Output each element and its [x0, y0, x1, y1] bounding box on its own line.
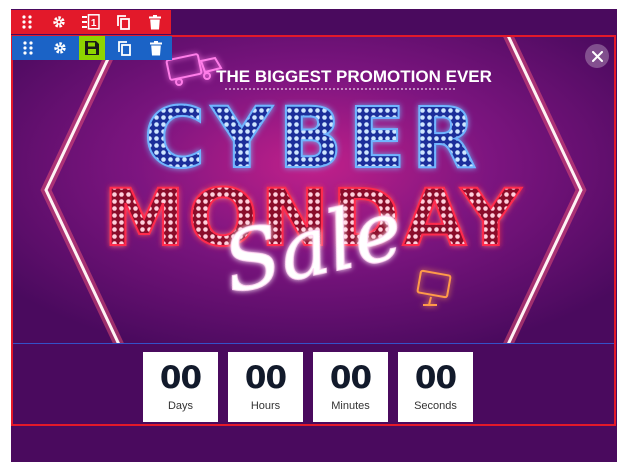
element-toolbar — [12, 36, 172, 60]
save-icon[interactable] — [79, 36, 105, 60]
svg-text:1: 1 — [91, 18, 97, 29]
copy-icon[interactable] — [107, 10, 139, 34]
gear-icon[interactable] — [43, 10, 75, 34]
countdown-label: Days — [167, 400, 194, 412]
page-one-icon[interactable]: 1 — [75, 10, 107, 34]
countdown-days: 00 Days — [143, 352, 218, 422]
countdown-minutes: 00 Minutes — [313, 352, 388, 422]
trash-icon[interactable] — [140, 36, 172, 60]
countdown-value: 00 — [159, 360, 202, 396]
countdown-label: Seconds — [414, 400, 457, 412]
drag-handle-icon[interactable] — [11, 10, 43, 34]
countdown-label: Hours — [250, 400, 281, 412]
drag-handle-icon[interactable] — [12, 36, 44, 60]
close-icon[interactable] — [585, 44, 609, 68]
section-toolbar: 1 — [11, 10, 171, 34]
countdown-seconds: 00 Seconds — [398, 352, 473, 422]
countdown-value: 00 — [244, 360, 287, 396]
copy-icon[interactable] — [108, 36, 140, 60]
countdown-timer: 00 Days 00 Hours 00 Minutes 00 Seconds — [143, 352, 473, 422]
countdown-value: 00 — [414, 360, 457, 396]
trash-icon[interactable] — [139, 10, 171, 34]
gear-icon[interactable] — [44, 36, 76, 60]
countdown-value: 00 — [329, 360, 372, 396]
countdown-hours: 00 Hours — [228, 352, 303, 422]
countdown-label: Minutes — [331, 400, 370, 412]
